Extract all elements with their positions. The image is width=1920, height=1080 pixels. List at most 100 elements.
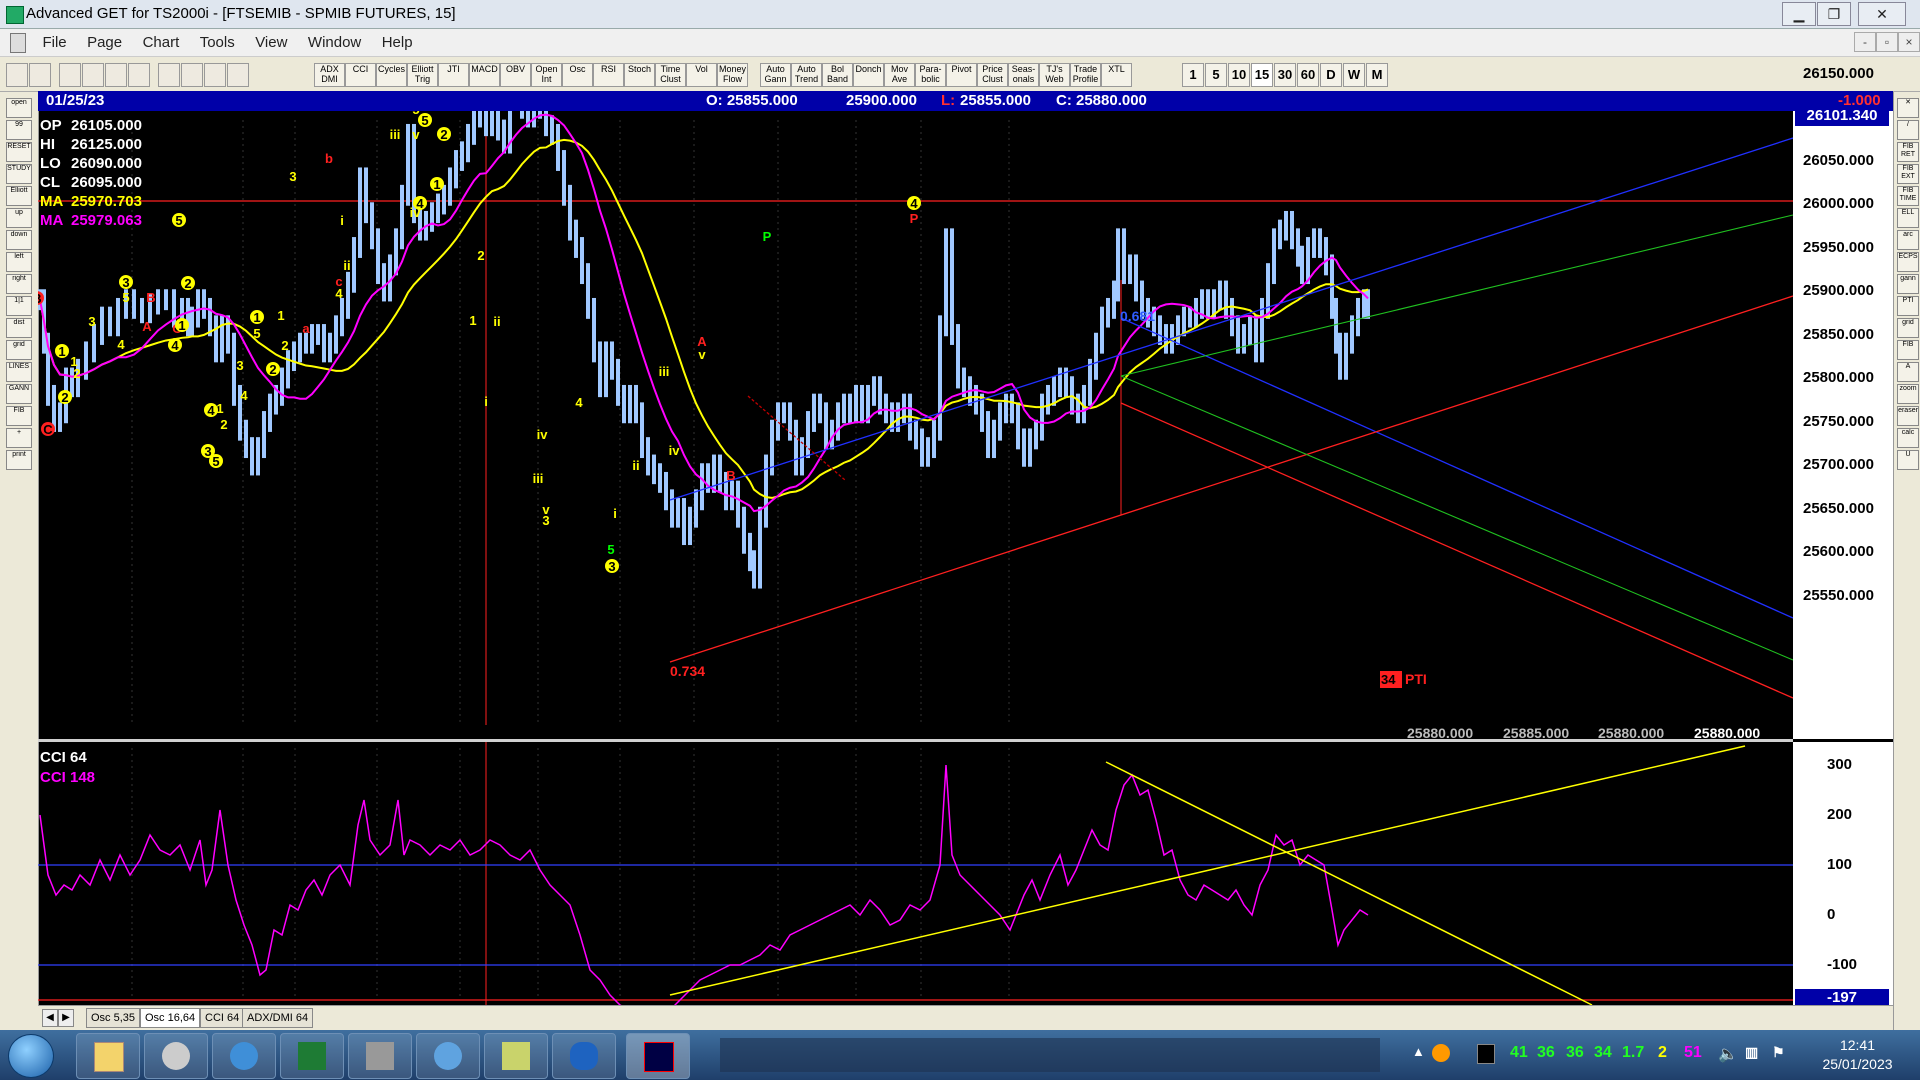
mdi-restore-button[interactable]: ▫ [1876, 32, 1898, 52]
tab-osc-5-35[interactable]: Osc 5,35 [86, 1008, 141, 1028]
period-button-m[interactable]: M [1366, 63, 1388, 87]
toolbar-tool-icon[interactable] [158, 63, 180, 87]
period-button-10[interactable]: 10 [1228, 63, 1250, 87]
study-button-donch[interactable]: Donch [853, 63, 884, 87]
clock[interactable]: 12:41 25/01/2023 [1805, 1036, 1910, 1074]
study-button-xtl[interactable]: XTL [1101, 63, 1132, 87]
study-button-trade-profile[interactable]: Trade Profile [1070, 63, 1101, 87]
minimize-button[interactable]: ▁ [1782, 2, 1816, 26]
toolbar-tool-icon[interactable] [82, 63, 104, 87]
toolbar-tool-icon[interactable] [29, 63, 51, 87]
right-tool-6-icon[interactable]: ELL [1897, 208, 1919, 228]
tray-monitor-icon[interactable] [1477, 1044, 1495, 1064]
period-button-w[interactable]: W [1343, 63, 1365, 87]
task-excel[interactable] [280, 1033, 344, 1079]
left-tool-gann-icon[interactable]: GANN [6, 384, 32, 404]
period-button-d[interactable]: D [1320, 63, 1342, 87]
left-tool-grid-icon[interactable]: grid [6, 340, 32, 360]
task-app-5[interactable] [348, 1033, 412, 1079]
left-tool-study-icon[interactable]: STUDY [6, 164, 32, 184]
right-tool-12-icon[interactable]: FIB [1897, 340, 1919, 360]
study-button-osc[interactable]: Osc [562, 63, 593, 87]
menu-tools[interactable]: Tools [192, 29, 243, 56]
study-button-macd[interactable]: MACD [469, 63, 500, 87]
right-tool-9-icon[interactable]: gann [1897, 274, 1919, 294]
tray-up-icon[interactable]: ▲ [1412, 1044, 1425, 1059]
study-button-vol[interactable]: Vol [686, 63, 717, 87]
menu-file[interactable]: File [34, 29, 74, 56]
study-button-seas-onals[interactable]: Seas-onals [1008, 63, 1039, 87]
study-button-open-int[interactable]: Open Int [531, 63, 562, 87]
tab-next-icon[interactable]: ▶ [58, 1009, 74, 1027]
study-button-bol-band[interactable]: Bol Band [822, 63, 853, 87]
left-tool-open-icon[interactable]: open [6, 98, 32, 118]
tab-cci-64[interactable]: CCI 64 [200, 1008, 245, 1028]
tab-adx-dmi-64[interactable]: ADX/DMI 64 [242, 1008, 314, 1028]
study-button-obv[interactable]: OBV [500, 63, 531, 87]
period-button-60[interactable]: 60 [1297, 63, 1319, 87]
price-chart[interactable]: 1212CB3435ABC14251423534152123abc4iiiiii… [38, 111, 1893, 1031]
left-tool-up-icon[interactable]: up [6, 208, 32, 228]
task-app-6[interactable] [416, 1033, 480, 1079]
study-button-rsi[interactable]: RSI [593, 63, 624, 87]
tab-osc-16-64[interactable]: Osc 16,64 [140, 1008, 201, 1028]
maximize-button[interactable]: ❐ [1817, 2, 1851, 26]
right-tool-5-icon[interactable]: FIB TIME [1897, 186, 1919, 206]
right-tool-1-icon[interactable]: ✕ [1897, 98, 1919, 118]
mdi-close-button[interactable]: × [1898, 32, 1920, 52]
toolbar-tool-icon[interactable] [6, 63, 28, 87]
task-app-2[interactable] [144, 1033, 208, 1079]
task-browser[interactable] [212, 1033, 276, 1079]
right-tool-4-icon[interactable]: FIB EXT [1897, 164, 1919, 184]
right-tool-14-icon[interactable]: zoom [1897, 384, 1919, 404]
study-button-para-bolic[interactable]: Para-bolic [915, 63, 946, 87]
right-tool-17-icon[interactable]: U [1897, 450, 1919, 470]
right-tool-10-icon[interactable]: PTI [1897, 296, 1919, 316]
left-tool-elliott-icon[interactable]: Elliott [6, 186, 32, 206]
toolbar-tool-icon[interactable] [59, 63, 81, 87]
right-tool-2-icon[interactable]: / [1897, 120, 1919, 140]
study-button-pivot[interactable]: Pivot [946, 63, 977, 87]
menu-help[interactable]: Help [374, 29, 421, 56]
left-tool-dist-icon[interactable]: dist [6, 318, 32, 338]
toolbar-tool-icon[interactable] [204, 63, 226, 87]
menu-view[interactable]: View [247, 29, 295, 56]
period-button-1[interactable]: 1 [1182, 63, 1204, 87]
flag-icon[interactable]: ⚑ [1772, 1044, 1785, 1061]
study-button-mov-ave[interactable]: Mov Ave [884, 63, 915, 87]
left-tool-print-icon[interactable]: print [6, 450, 32, 470]
period-button-15[interactable]: 15 [1251, 63, 1273, 87]
right-tool-8-icon[interactable]: ECPS [1897, 252, 1919, 272]
study-button-tj-s-web[interactable]: TJ's Web [1039, 63, 1070, 87]
right-tool-16-icon[interactable]: calc [1897, 428, 1919, 448]
left-tool-left-icon[interactable]: left [6, 252, 32, 272]
study-button-auto-trend[interactable]: Auto Trend [791, 63, 822, 87]
right-tool-15-icon[interactable]: eraser [1897, 406, 1919, 426]
right-tool-7-icon[interactable]: arc [1897, 230, 1919, 250]
speaker-icon[interactable]: 🔈 [1718, 1044, 1738, 1064]
network-icon[interactable]: ▥ [1745, 1044, 1758, 1061]
study-button-auto-gann[interactable]: Auto Gann [760, 63, 791, 87]
cci-axis[interactable]: 300 200 100 0 -100 -197 [1793, 742, 1893, 1007]
task-explorer[interactable] [76, 1033, 140, 1079]
tab-prev-icon[interactable]: ◀ [42, 1009, 58, 1027]
task-app-8[interactable] [552, 1033, 616, 1079]
close-button[interactable]: ✕ [1858, 2, 1906, 26]
right-tool-3-icon[interactable]: FIB RET [1897, 142, 1919, 162]
task-app-7[interactable] [484, 1033, 548, 1079]
study-button-stoch[interactable]: Stoch [624, 63, 655, 87]
study-button-money-flow[interactable]: Money Flow [717, 63, 748, 87]
left-tool-down-icon[interactable]: down [6, 230, 32, 250]
study-button-adx-dmi[interactable]: ADX DMI [314, 63, 345, 87]
left-tool-99-icon[interactable]: 99 [6, 120, 32, 140]
price-axis[interactable]: 26150.00026100.00026050.00026000.0002595… [1793, 65, 1893, 739]
right-tool-11-icon[interactable]: grid [1897, 318, 1919, 338]
study-button-elliott-trig[interactable]: Elliott Trig [407, 63, 438, 87]
start-button[interactable] [8, 1034, 54, 1078]
left-tool---icon[interactable]: + [6, 428, 32, 448]
left-tool-1-1-icon[interactable]: 1|1 [6, 296, 32, 316]
study-button-cycles[interactable]: Cycles [376, 63, 407, 87]
tray-app-icon[interactable] [1432, 1044, 1450, 1062]
study-button-jti[interactable]: JTI [438, 63, 469, 87]
period-button-30[interactable]: 30 [1274, 63, 1296, 87]
